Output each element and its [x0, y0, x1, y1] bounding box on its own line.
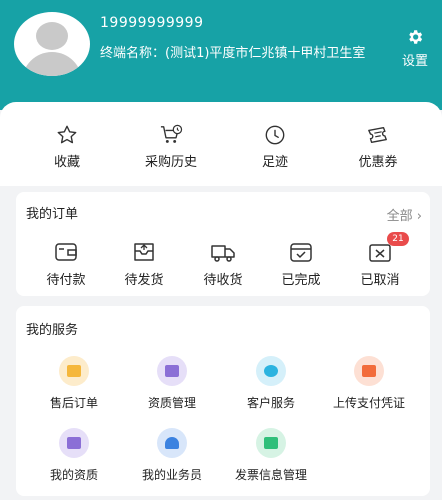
- service-my-qualification-label: 我的资质: [49, 468, 98, 482]
- settings-label: 设置: [401, 54, 428, 69]
- star-icon: [57, 125, 77, 144]
- check-icon: [290, 243, 312, 262]
- service-customer-service-label: 客户服务: [246, 396, 295, 410]
- cart-history-icon: [160, 124, 183, 143]
- gear-icon: [409, 30, 423, 44]
- wallet-icon: [55, 243, 77, 261]
- services-title: 我的服务: [26, 323, 79, 338]
- order-pending-payment[interactable]: 待付款: [31, 240, 101, 288]
- service-qualification-management-label: 资质管理: [147, 396, 196, 410]
- service-after-sales-label: 售后订单: [49, 396, 98, 410]
- order-pending-receipt[interactable]: 待收货: [188, 240, 258, 288]
- salesman-icon: [157, 428, 187, 458]
- customer-service-icon: [256, 356, 286, 386]
- avatar[interactable]: [14, 12, 90, 76]
- service-invoice-management[interactable]: 发票信息管理: [221, 428, 321, 483]
- coupon-label: 优惠券: [358, 155, 398, 170]
- favorites-label: 收藏: [53, 155, 80, 170]
- orders-card: 我的订单 全部 › 待付款 待发货 待收货 已完成 已取消 21: [16, 192, 430, 296]
- footprint-label: 足迹: [261, 155, 288, 170]
- orders-title: 我的订单: [26, 207, 79, 222]
- order-cancelled-label: 已取消: [360, 273, 400, 288]
- coupon-button[interactable]: 优惠券: [338, 124, 418, 170]
- cancelled-count-badge: 21: [387, 232, 409, 246]
- service-after-sales[interactable]: 售后订单: [24, 356, 124, 411]
- order-pending-shipment[interactable]: 待发货: [109, 240, 179, 288]
- phone-number: 19999999999: [100, 15, 204, 31]
- service-my-salesman[interactable]: 我的业务员: [122, 428, 222, 483]
- after-sales-icon: [59, 356, 89, 386]
- service-my-qualification[interactable]: 我的资质: [24, 428, 124, 483]
- coupon-icon: [368, 126, 387, 144]
- services-card: 我的服务 售后订单 资质管理 客户服务 上传支付凭证 我的资质 我的业务员 发票…: [16, 306, 430, 496]
- qualification-icon: [157, 356, 187, 386]
- order-pending-receipt-label: 待收货: [203, 273, 243, 288]
- purchase-history-label: 采购历史: [144, 155, 197, 170]
- service-upload-voucher[interactable]: 上传支付凭证: [319, 356, 419, 411]
- footprint-button[interactable]: 足迹: [235, 124, 315, 170]
- service-my-salesman-label: 我的业务员: [141, 468, 202, 482]
- quick-links: 收藏 采购历史 足迹 优惠券: [0, 102, 442, 186]
- orders-all-link[interactable]: 全部 ›: [387, 205, 422, 224]
- favorites-button[interactable]: 收藏: [27, 124, 107, 170]
- purchase-history-button[interactable]: 采购历史: [131, 124, 211, 170]
- service-upload-voucher-label: 上传支付凭证: [332, 396, 405, 410]
- service-qualification-management[interactable]: 资质管理: [122, 356, 222, 411]
- invoice-icon: [256, 428, 286, 458]
- order-completed-label: 已完成: [281, 273, 321, 288]
- box-icon: [134, 243, 154, 261]
- upload-voucher-icon: [354, 356, 384, 386]
- service-customer-service[interactable]: 客户服务: [221, 356, 321, 411]
- service-invoice-management-label: 发票信息管理: [234, 468, 307, 482]
- profile-header: 19999999999 终端名称：(测试1)平度市仁兆镇十甲村卫生室 设置: [0, 0, 442, 110]
- order-pending-shipment-label: 待发货: [124, 273, 164, 288]
- order-pending-payment-label: 待付款: [46, 273, 86, 288]
- my-qualification-icon: [59, 428, 89, 458]
- settings-button[interactable]: 设置: [398, 28, 432, 69]
- order-cancelled[interactable]: 已取消 21: [345, 232, 415, 288]
- order-completed[interactable]: 已完成: [266, 240, 336, 288]
- truck-icon: [211, 245, 235, 262]
- clock-icon: [265, 125, 285, 145]
- terminal-name: 终端名称：(测试1)平度市仁兆镇十甲村卫生室: [100, 46, 366, 61]
